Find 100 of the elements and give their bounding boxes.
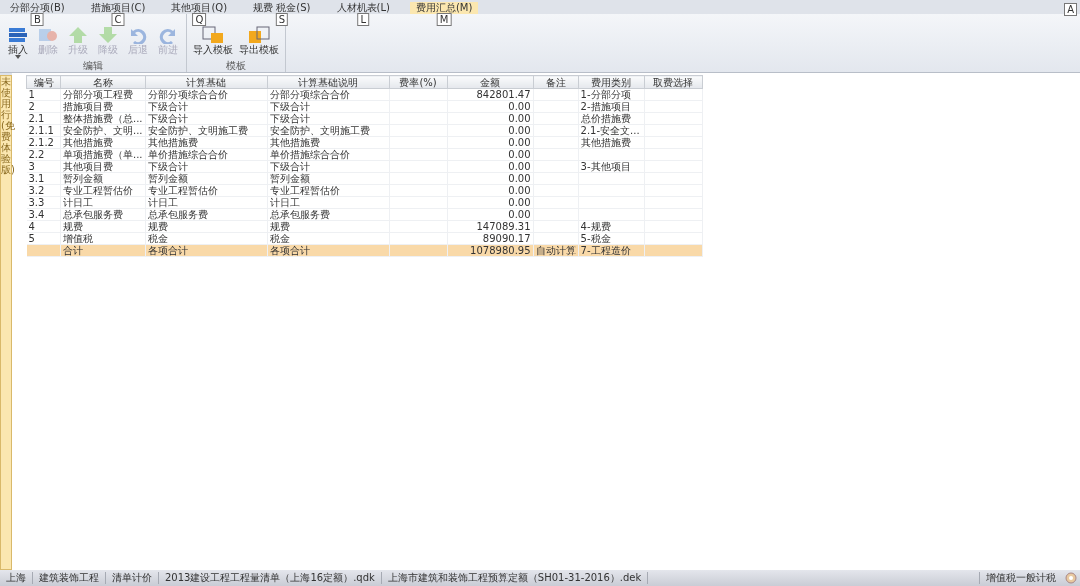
table-cell: 2.1-安全文... [578, 124, 645, 137]
table-cell: 暂列金额 [267, 172, 390, 185]
table-cell: 1-分部分项 [578, 88, 645, 101]
table-cell: 规费 [145, 220, 268, 233]
column-header[interactable]: 备注 [533, 75, 579, 89]
column-header[interactable]: 名称 [60, 75, 146, 89]
table-cell [644, 88, 703, 101]
table-cell: 单价措施综合合价 [267, 148, 390, 161]
table-cell: 整体措施费（总... [60, 112, 146, 125]
table-cell: 暂列金额 [60, 172, 146, 185]
keytip: B [30, 13, 44, 26]
table-cell: 各项合计 [267, 244, 390, 257]
table-cell [389, 244, 448, 257]
table-cell: 各项合计 [145, 244, 268, 257]
ribbon-button[interactable]: 导出模板 [237, 26, 281, 60]
column-header[interactable]: 费率(%) [389, 75, 448, 89]
table-cell: 3.3 [26, 196, 61, 209]
group-title: 编辑 [82, 60, 104, 72]
keytip: A [1064, 3, 1077, 16]
table-cell: 下级合计 [145, 160, 268, 173]
table-cell: 7-工程造价 [578, 244, 645, 257]
table-cell: 4-规费 [578, 220, 645, 233]
table-cell: 0.00 [447, 148, 534, 161]
table-cell: 自动计算 [533, 244, 579, 257]
table-cell: 5-税金 [578, 232, 645, 245]
table-cell: 单项措施费（单... [60, 148, 146, 161]
table-cell: 下级合计 [267, 160, 390, 173]
table-cell: 0.00 [447, 112, 534, 125]
table-cell: 计日工 [267, 196, 390, 209]
column-header[interactable]: 编号 [26, 75, 61, 89]
column-header[interactable]: 取费选择 [644, 75, 703, 89]
table-cell: 0.00 [447, 136, 534, 149]
table-cell: 147089.31 [447, 220, 534, 233]
status-text: 2013建设工程工程量清单（上海16定额）.qdk [159, 572, 382, 584]
table-cell: 总价措施费 [578, 112, 645, 125]
keytip: C [111, 13, 125, 26]
table-cell: 分部分项综合合价 [267, 88, 390, 101]
ribbon-tab[interactable]: 人材机表(L) [330, 2, 396, 14]
table-cell: 0.00 [447, 124, 534, 137]
table-import-icon [202, 26, 224, 44]
delete-icon [37, 26, 59, 44]
column-header[interactable]: 计算基础说明 [267, 75, 390, 89]
table-cell: 0.00 [447, 172, 534, 185]
table-cell: 合计 [60, 244, 146, 257]
keytip: S [275, 13, 288, 26]
ribbon-tab[interactable]: 措施项目(C) [84, 2, 152, 14]
ribbon-tab[interactable]: 分部分项(B) [4, 2, 71, 14]
table-cell: 总承包服务费 [145, 208, 268, 221]
table-cell: 4 [26, 220, 61, 233]
column-header[interactable]: 金额 [447, 75, 534, 89]
keytip: Q [192, 13, 207, 26]
ribbon-tab[interactable]: 规费 税金(S) [247, 2, 317, 14]
table-cell: 0.00 [447, 196, 534, 209]
ribbon-button[interactable]: 导入模板 [191, 26, 235, 60]
table-cell: 下级合计 [145, 112, 268, 125]
column-header[interactable]: 费用类别 [578, 75, 645, 89]
status-text: 增值税一般计税 [979, 572, 1062, 584]
table-cell: 5 [26, 232, 61, 245]
table-cell: 专业工程暂估价 [60, 184, 146, 197]
table-cell: 1078980.95 [447, 244, 534, 257]
table-cell: 3-其他项目 [578, 160, 645, 173]
table-cell: 3 [26, 160, 61, 173]
table-cell: 税金 [145, 232, 268, 245]
gear-icon[interactable] [1064, 571, 1078, 585]
table-cell: 税金 [267, 232, 390, 245]
table-cell: 0.00 [447, 184, 534, 197]
table-cell: 下级合计 [145, 100, 268, 113]
table-cell [26, 244, 61, 257]
table-cell: 2-措施项目 [578, 100, 645, 113]
status-text: 建筑装饰工程 [33, 572, 106, 584]
table-cell [533, 232, 579, 245]
column-header[interactable]: 计算基础 [145, 75, 268, 89]
ribbon-tab[interactable]: 其他项目(Q) [165, 2, 234, 14]
table-cell: 0.00 [447, 208, 534, 221]
table-cell: 0.00 [447, 100, 534, 113]
table-cell: 总承包服务费 [60, 208, 146, 221]
caret-icon [15, 55, 21, 59]
table-cell [533, 88, 579, 101]
ribbon-button[interactable]: 插入 [4, 26, 32, 60]
table-cell: 2.1 [26, 112, 61, 125]
status-text: 清单计价 [106, 572, 159, 584]
table-cell: 专业工程暂估价 [145, 184, 268, 197]
table-cell: 其他措施费 [60, 136, 146, 149]
ribbon-tab[interactable]: 费用汇总(M) [409, 2, 479, 14]
table-cell: 分部分项工程费 [60, 88, 146, 101]
table-cell: 3.2 [26, 184, 61, 197]
table-cell: 2.2 [26, 148, 61, 161]
table-cell [644, 232, 703, 245]
table-cell: 0.00 [447, 160, 534, 173]
status-text: 上海市建筑和装饰工程预算定额（SH01-31-2016）.dek [381, 572, 649, 584]
table-cell: 规费 [267, 220, 390, 233]
table-cell: 总承包服务费 [267, 208, 390, 221]
table-cell: 2.1.2 [26, 136, 61, 149]
table-cell: 增值税 [60, 232, 146, 245]
table-cell: 计日工 [145, 196, 268, 209]
table-export-icon [248, 26, 270, 44]
keytip: M [436, 13, 452, 26]
arrow-down-icon [97, 26, 119, 44]
table-cell: 单价措施综合合价 [145, 148, 268, 161]
table-cell: 措施项目费 [60, 100, 146, 113]
